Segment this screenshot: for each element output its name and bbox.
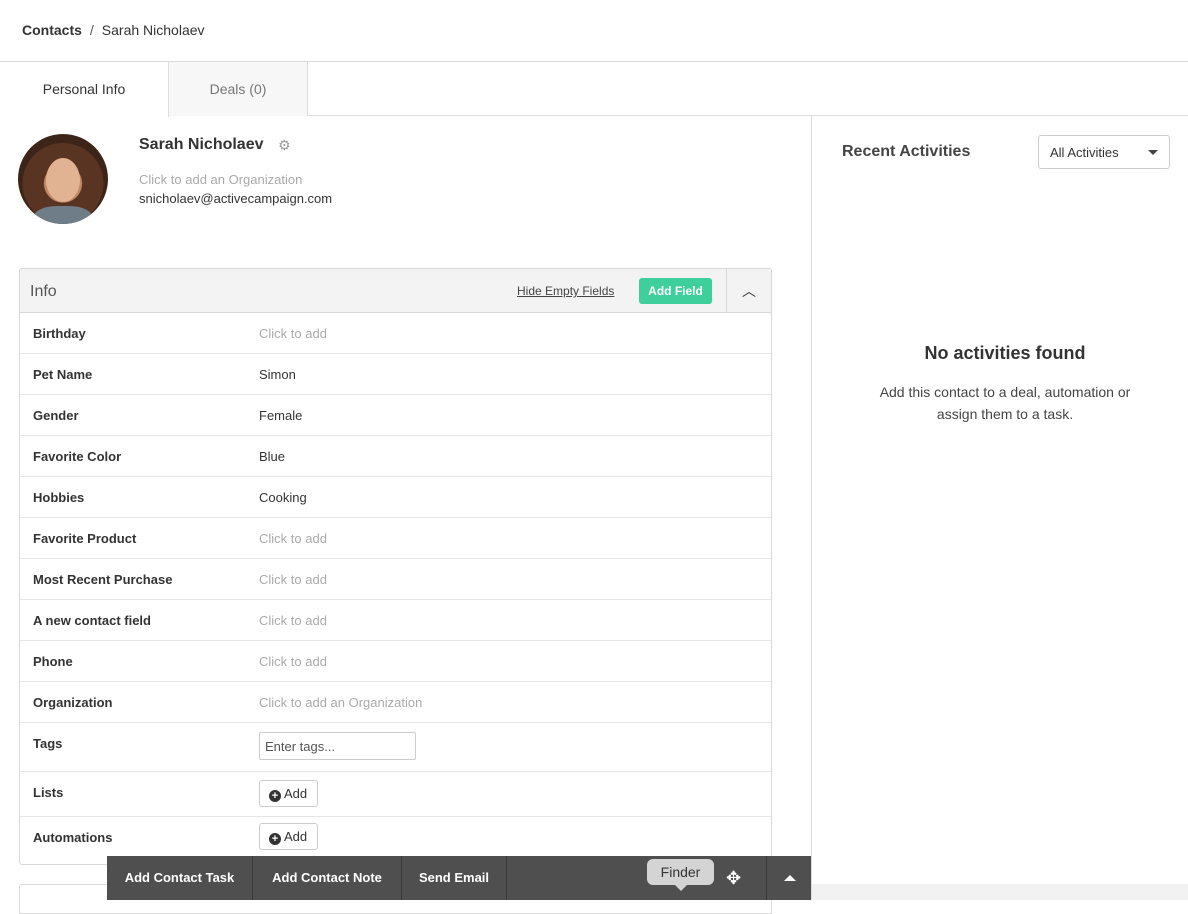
add-contact-note-button[interactable]: Add Contact Note — [253, 856, 402, 900]
caret-down-icon — [1148, 150, 1158, 155]
tab-deals[interactable]: Deals (0) — [169, 62, 308, 116]
avatar-shirt — [33, 206, 93, 224]
field-label: Phone — [33, 654, 73, 669]
field-value[interactable]: Click to add — [259, 654, 327, 669]
empty-state-title: No activities found — [924, 343, 1086, 363]
tab-personal-info[interactable]: Personal Info — [0, 62, 169, 117]
caret-up-icon — [784, 875, 796, 881]
field-label: Organization — [33, 695, 113, 710]
add-list-label: Add — [284, 786, 308, 801]
plus-circle-icon: + — [269, 833, 281, 845]
field-value[interactable]: Click to add — [259, 326, 327, 341]
field-label: Favorite Product — [33, 531, 137, 546]
contact-email[interactable]: snicholaev@activecampaign.com — [139, 191, 332, 206]
tab-bar: Personal Info Deals (0) — [0, 62, 1188, 117]
info-panel-header: Info Hide Empty Fields Add Field ︿ — [20, 269, 771, 313]
empty-state-description: Add this contact to a deal, automation o… — [879, 384, 1131, 422]
field-value[interactable]: Blue — [259, 449, 285, 464]
field-row-birthday: Birthday Click to add — [20, 313, 771, 354]
field-label: Lists — [33, 785, 64, 800]
top-bar: Contacts / Sarah Nicholaev — [0, 0, 1188, 62]
field-row-gender: Gender Female — [20, 395, 771, 436]
info-panel: Info Hide Empty Fields Add Field ︿ Birth… — [19, 268, 772, 865]
field-label: Pet Name — [33, 367, 93, 382]
field-row-most-recent-purchase: Most Recent Purchase Click to add — [20, 559, 771, 600]
field-row-pet-name: Pet Name Simon — [20, 354, 771, 395]
contact-details-pane: Sarah Nicholaev ⚙ Click to add an Organi… — [0, 116, 812, 914]
field-value[interactable]: Click to add an Organization — [259, 695, 422, 710]
right-pane-footer — [812, 884, 1188, 900]
field-value[interactable]: Click to add — [259, 613, 327, 628]
field-label: Tags — [33, 736, 63, 751]
field-value[interactable]: Click to add — [259, 531, 327, 546]
field-row-hobbies: Hobbies Cooking — [20, 477, 771, 518]
send-email-button[interactable]: Send Email — [402, 856, 507, 900]
field-label: Most Recent Purchase — [33, 572, 173, 587]
recent-activities-pane: Recent Activities All Activities No acti… — [812, 116, 1188, 884]
info-panel-title: Info — [30, 283, 57, 300]
field-label: Automations — [33, 830, 113, 845]
field-label: A new contact field — [33, 613, 151, 628]
field-label: Birthday — [33, 326, 86, 341]
hide-empty-fields-link[interactable]: Hide Empty Fields — [517, 284, 614, 298]
field-value[interactable]: Click to add — [259, 572, 327, 587]
breadcrumb-contacts-link[interactable]: Contacts — [22, 22, 82, 38]
field-row-favorite-product: Favorite Product Click to add — [20, 518, 771, 559]
collapse-panel-button[interactable]: ︿ — [726, 269, 771, 313]
field-label: Gender — [33, 408, 79, 423]
plus-circle-icon: + — [269, 790, 281, 802]
avatar-face — [46, 158, 80, 202]
field-row-lists: Lists + Add — [20, 772, 771, 817]
field-value[interactable]: Female — [259, 408, 302, 423]
add-list-button[interactable]: + Add — [259, 780, 318, 807]
gear-icon[interactable]: ⚙ — [278, 137, 291, 154]
contact-name[interactable]: Sarah Nicholaev — [139, 136, 264, 154]
recent-activities-title: Recent Activities — [842, 143, 971, 160]
move-icon[interactable]: ✥ — [726, 869, 741, 887]
add-automation-button[interactable]: + Add — [259, 823, 318, 850]
field-row-favorite-color: Favorite Color Blue — [20, 436, 771, 477]
tags-input[interactable] — [259, 732, 416, 760]
field-value[interactable]: Simon — [259, 367, 296, 382]
avatar — [18, 134, 108, 224]
organization-field[interactable]: Click to add an Organization — [139, 172, 302, 187]
finder-tooltip: Finder — [647, 859, 714, 891]
field-label: Hobbies — [33, 490, 85, 505]
expand-action-bar-button[interactable] — [766, 856, 811, 900]
add-field-button[interactable]: Add Field — [639, 278, 712, 304]
activity-filter-value: All Activities — [1050, 145, 1119, 160]
add-contact-task-button[interactable]: Add Contact Task — [107, 856, 253, 900]
field-label: Favorite Color — [33, 449, 122, 464]
breadcrumb-separator: / — [89, 22, 94, 38]
activity-filter-select[interactable]: All Activities — [1038, 135, 1170, 169]
field-row-new-contact-field: A new contact field Click to add — [20, 600, 771, 641]
breadcrumb-current: Sarah Nicholaev — [101, 22, 205, 38]
add-automation-label: Add — [284, 829, 308, 844]
field-row-tags: Tags — [20, 723, 771, 772]
chevron-up-icon: ︿ — [742, 283, 756, 299]
breadcrumb: Contacts / Sarah Nicholaev — [22, 22, 205, 38]
field-row-organization: Organization Click to add an Organizatio… — [20, 682, 771, 723]
field-row-phone: Phone Click to add — [20, 641, 771, 682]
field-value[interactable]: Cooking — [259, 490, 307, 505]
